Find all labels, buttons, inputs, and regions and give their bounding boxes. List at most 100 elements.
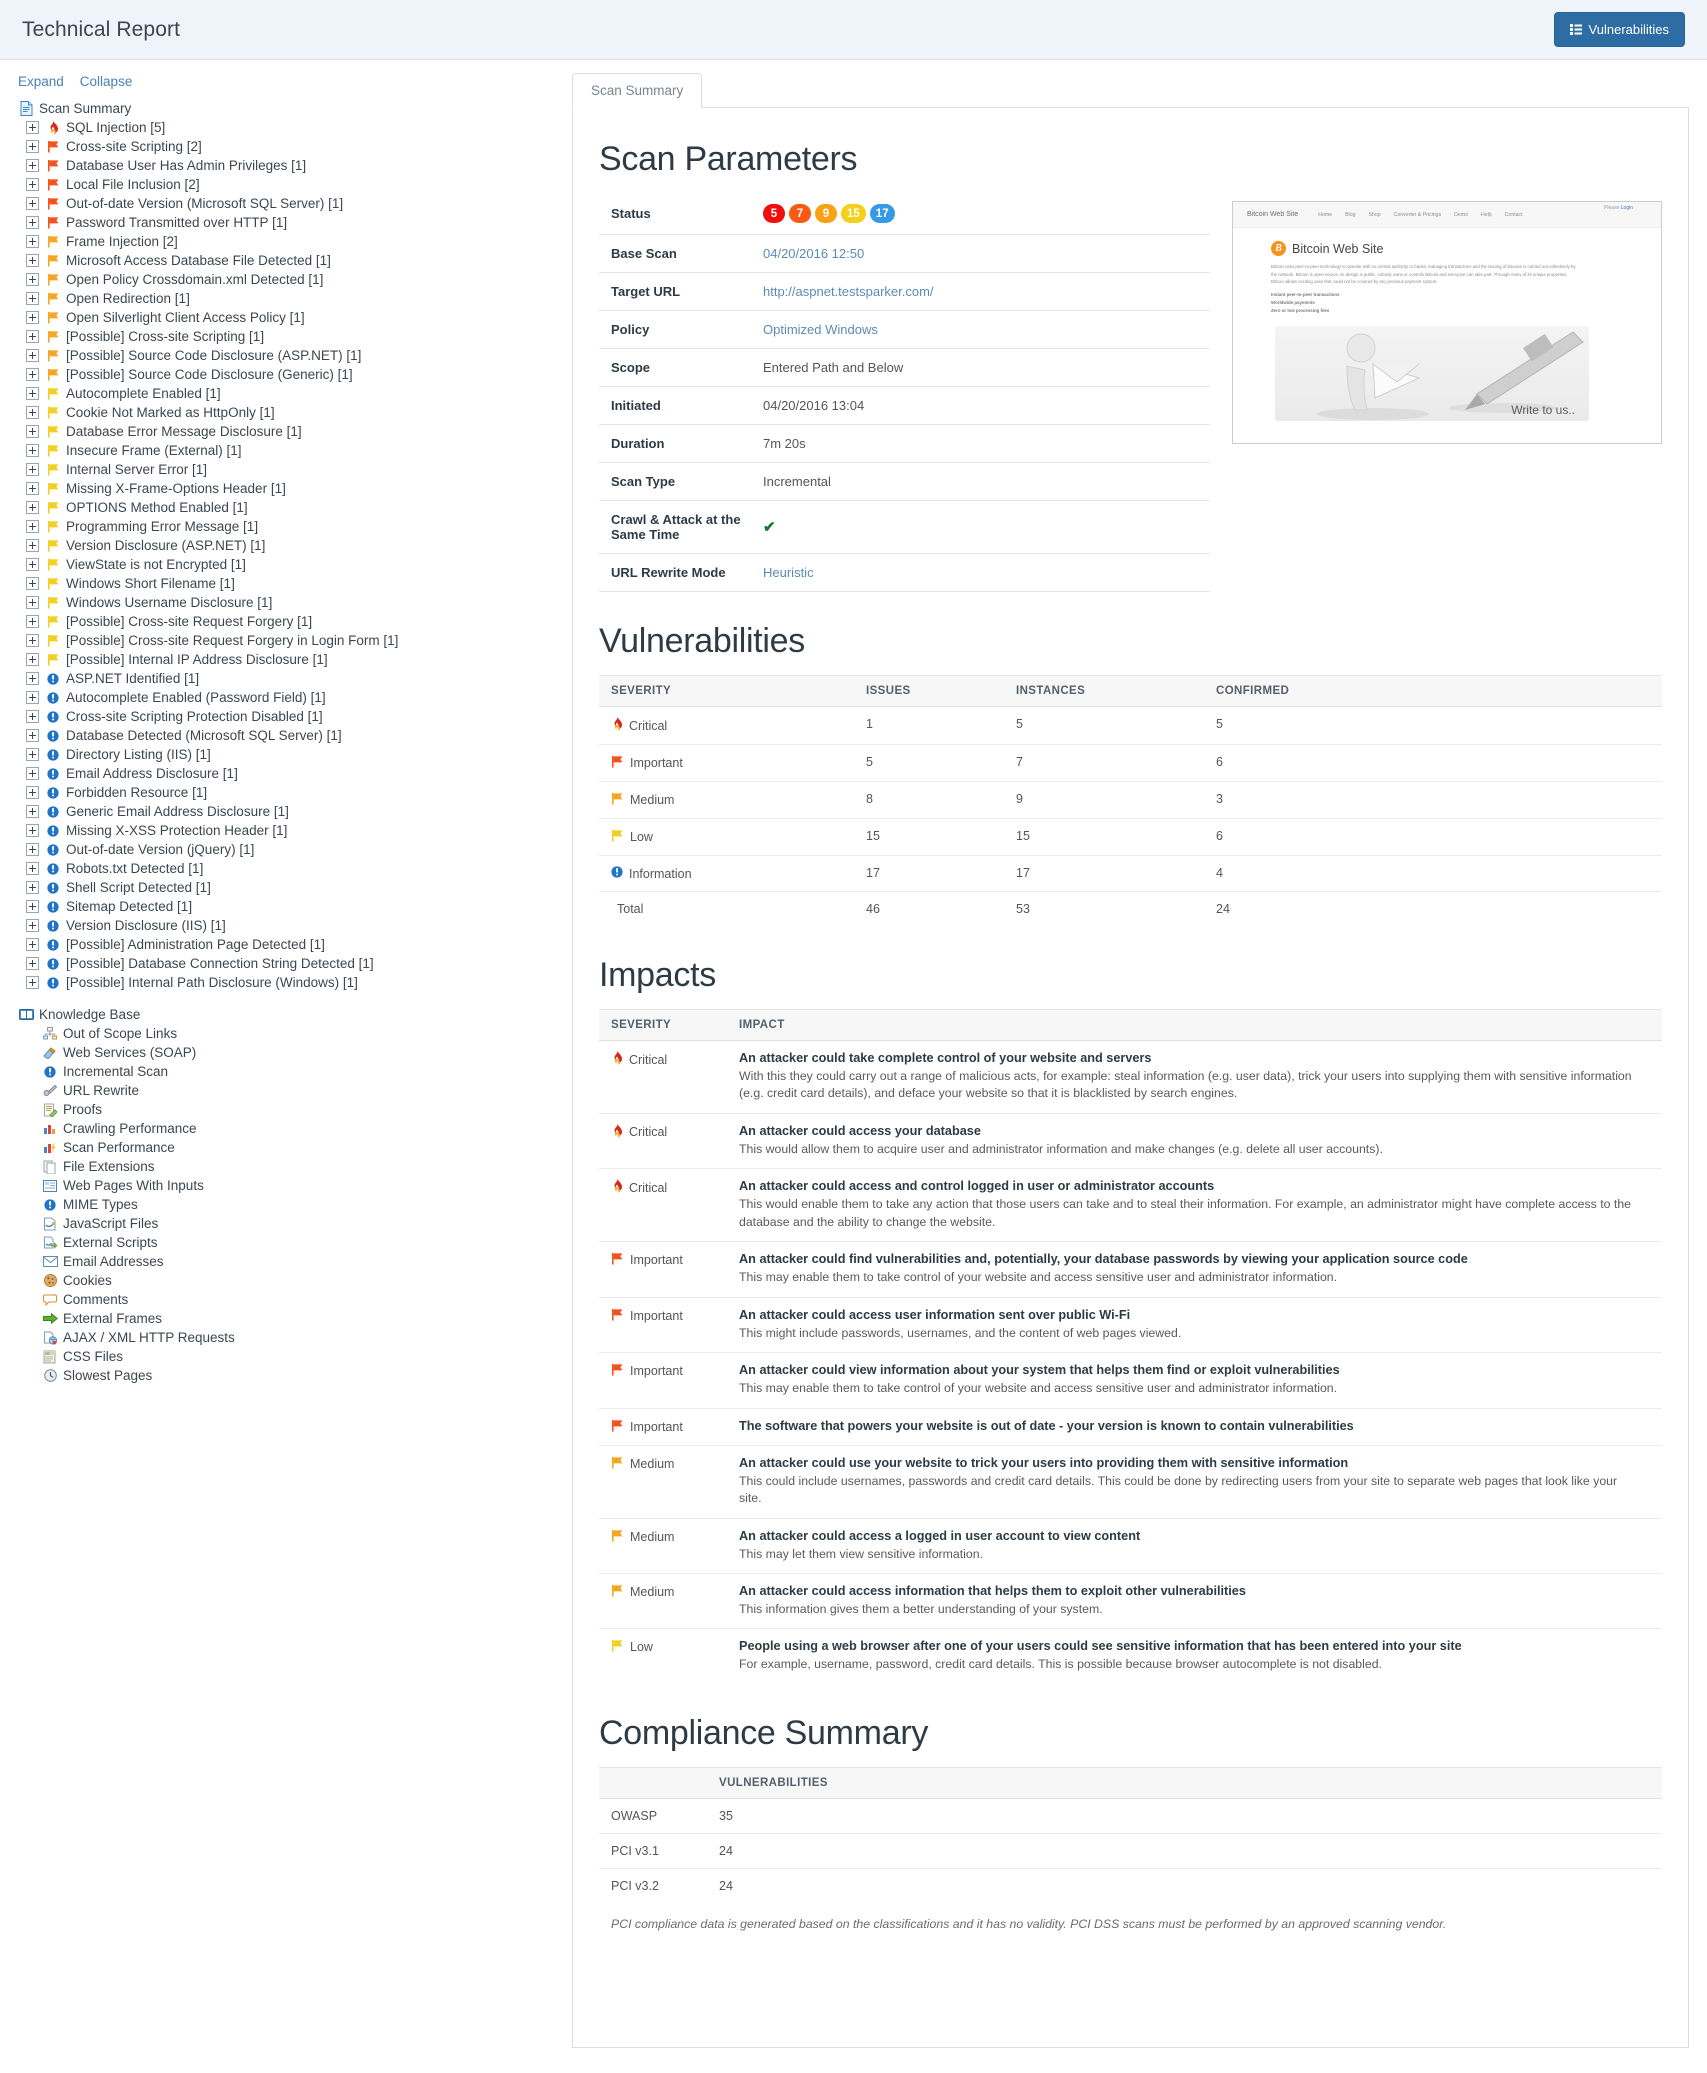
- tree-item[interactable]: Programming Error Message [1]: [10, 517, 572, 536]
- expand-toggle-icon[interactable]: [26, 425, 39, 438]
- knowledge-base-item[interactable]: Web Pages With Inputs: [10, 1176, 572, 1195]
- tree-item[interactable]: [Possible] Cross-site Scripting [1]: [10, 327, 572, 346]
- expand-toggle-icon[interactable]: [26, 824, 39, 837]
- tree-item[interactable]: Cross-site Scripting [2]: [10, 137, 572, 156]
- tree-item[interactable]: [Possible] Internal Path Disclosure (Win…: [10, 973, 572, 992]
- expand-toggle-icon[interactable]: [26, 387, 39, 400]
- expand-toggle-icon[interactable]: [26, 501, 39, 514]
- tree-item[interactable]: Missing X-XSS Protection Header [1]: [10, 821, 572, 840]
- expand-toggle-icon[interactable]: [26, 843, 39, 856]
- knowledge-base-item[interactable]: MIME Types: [10, 1195, 572, 1214]
- knowledge-base-item[interactable]: Scan Performance: [10, 1138, 572, 1157]
- vulnerabilities-button[interactable]: Vulnerabilities: [1553, 12, 1685, 47]
- expand-toggle-icon[interactable]: [26, 596, 39, 609]
- tree-item[interactable]: Cookie Not Marked as HttpOnly [1]: [10, 403, 572, 422]
- expand-toggle-icon[interactable]: [26, 292, 39, 305]
- tree-item[interactable]: Frame Injection [2]: [10, 232, 572, 251]
- knowledge-base-item[interactable]: External Scripts: [10, 1233, 572, 1252]
- tree-item[interactable]: Open Silverlight Client Access Policy [1…: [10, 308, 572, 327]
- expand-toggle-icon[interactable]: [26, 539, 39, 552]
- expand-toggle-icon[interactable]: [26, 349, 39, 362]
- expand-toggle-icon[interactable]: [26, 710, 39, 723]
- tree-item[interactable]: Internal Server Error [1]: [10, 460, 572, 479]
- tree-root-scan-summary[interactable]: Scan Summary: [10, 99, 572, 118]
- expand-toggle-icon[interactable]: [26, 121, 39, 134]
- expand-toggle-icon[interactable]: [26, 273, 39, 286]
- tree-item[interactable]: Directory Listing (IIS) [1]: [10, 745, 572, 764]
- knowledge-base-item[interactable]: External Frames: [10, 1309, 572, 1328]
- expand-toggle-icon[interactable]: [26, 482, 39, 495]
- tree-item[interactable]: Database Detected (Microsoft SQL Server)…: [10, 726, 572, 745]
- expand-toggle-icon[interactable]: [26, 159, 39, 172]
- expand-toggle-icon[interactable]: [26, 862, 39, 875]
- scan-parameter-value-link[interactable]: http://aspnet.testsparker.com/: [763, 284, 934, 299]
- tree-item[interactable]: Version Disclosure (IIS) [1]: [10, 916, 572, 935]
- tree-node-knowledge-base[interactable]: Knowledge Base: [10, 1005, 572, 1024]
- site-thumbnail[interactable]: Please Login Bitcoin Web Site Home Blog Sh…: [1232, 201, 1662, 444]
- knowledge-base-item[interactable]: URL Rewrite: [10, 1081, 572, 1100]
- expand-toggle-icon[interactable]: [26, 805, 39, 818]
- expand-toggle-icon[interactable]: [26, 881, 39, 894]
- knowledge-base-item[interactable]: Slowest Pages: [10, 1366, 572, 1385]
- tree-item[interactable]: Database User Has Admin Privileges [1]: [10, 156, 572, 175]
- knowledge-base-item[interactable]: AJAX / XML HTTP Requests: [10, 1328, 572, 1347]
- knowledge-base-item[interactable]: css CSS Files: [10, 1347, 572, 1366]
- tree-item[interactable]: Local File Inclusion [2]: [10, 175, 572, 194]
- tree-item[interactable]: Open Redirection [1]: [10, 289, 572, 308]
- knowledge-base-item[interactable]: Web Services (SOAP): [10, 1043, 572, 1062]
- tree-item[interactable]: [Possible] Database Connection String De…: [10, 954, 572, 973]
- expand-toggle-icon[interactable]: [26, 672, 39, 685]
- scan-parameter-value-link[interactable]: Heuristic: [763, 565, 814, 580]
- tree-item[interactable]: Forbidden Resource [1]: [10, 783, 572, 802]
- tree-item[interactable]: Out-of-date Version (Microsoft SQL Serve…: [10, 194, 572, 213]
- expand-link[interactable]: Expand: [18, 74, 64, 89]
- tree-item[interactable]: Email Address Disclosure [1]: [10, 764, 572, 783]
- expand-toggle-icon[interactable]: [26, 729, 39, 742]
- expand-toggle-icon[interactable]: [26, 197, 39, 210]
- expand-toggle-icon[interactable]: [26, 311, 39, 324]
- expand-toggle-icon[interactable]: [26, 919, 39, 932]
- expand-toggle-icon[interactable]: [26, 634, 39, 647]
- expand-toggle-icon[interactable]: [26, 691, 39, 704]
- expand-toggle-icon[interactable]: [26, 577, 39, 590]
- expand-toggle-icon[interactable]: [26, 786, 39, 799]
- knowledge-base-item[interactable]: Incremental Scan: [10, 1062, 572, 1081]
- knowledge-base-item[interactable]: JavaScript Files: [10, 1214, 572, 1233]
- expand-toggle-icon[interactable]: [26, 463, 39, 476]
- tree-item[interactable]: Version Disclosure (ASP.NET) [1]: [10, 536, 572, 555]
- tree-item[interactable]: Open Policy Crossdomain.xml Detected [1]: [10, 270, 572, 289]
- tab-scan-summary[interactable]: Scan Summary: [572, 73, 703, 108]
- tree-item[interactable]: Database Error Message Disclosure [1]: [10, 422, 572, 441]
- collapse-link[interactable]: Collapse: [80, 74, 133, 89]
- expand-toggle-icon[interactable]: [26, 938, 39, 951]
- expand-toggle-icon[interactable]: [26, 178, 39, 191]
- tree-item[interactable]: ASP.NET Identified [1]: [10, 669, 572, 688]
- tree-item[interactable]: Autocomplete Enabled (Password Field) [1…: [10, 688, 572, 707]
- expand-toggle-icon[interactable]: [26, 900, 39, 913]
- tree-item[interactable]: Microsoft Access Database File Detected …: [10, 251, 572, 270]
- knowledge-base-item[interactable]: Cookies: [10, 1271, 572, 1290]
- expand-toggle-icon[interactable]: [26, 748, 39, 761]
- tree-item[interactable]: Cross-site Scripting Protection Disabled…: [10, 707, 572, 726]
- tree-item[interactable]: Robots.txt Detected [1]: [10, 859, 572, 878]
- expand-toggle-icon[interactable]: [26, 140, 39, 153]
- tree-item[interactable]: ViewState is not Encrypted [1]: [10, 555, 572, 574]
- knowledge-base-item[interactable]: Comments: [10, 1290, 572, 1309]
- scan-parameter-value-link[interactable]: 04/20/2016 12:50: [763, 246, 864, 261]
- knowledge-base-item[interactable]: Proofs: [10, 1100, 572, 1119]
- expand-toggle-icon[interactable]: [26, 520, 39, 533]
- tree-item[interactable]: Password Transmitted over HTTP [1]: [10, 213, 572, 232]
- expand-toggle-icon[interactable]: [26, 976, 39, 989]
- expand-toggle-icon[interactable]: [26, 558, 39, 571]
- expand-toggle-icon[interactable]: [26, 615, 39, 628]
- tree-item[interactable]: SQL Injection [5]: [10, 118, 572, 137]
- expand-toggle-icon[interactable]: [26, 235, 39, 248]
- tree-item[interactable]: [Possible] Internal IP Address Disclosur…: [10, 650, 572, 669]
- tree-item[interactable]: [Possible] Source Code Disclosure (ASP.N…: [10, 346, 572, 365]
- tree-item[interactable]: Sitemap Detected [1]: [10, 897, 572, 916]
- scan-parameter-value-link[interactable]: Optimized Windows: [763, 322, 878, 337]
- expand-toggle-icon[interactable]: [26, 254, 39, 267]
- expand-toggle-icon[interactable]: [26, 957, 39, 970]
- tree-item[interactable]: Missing X-Frame-Options Header [1]: [10, 479, 572, 498]
- expand-toggle-icon[interactable]: [26, 767, 39, 780]
